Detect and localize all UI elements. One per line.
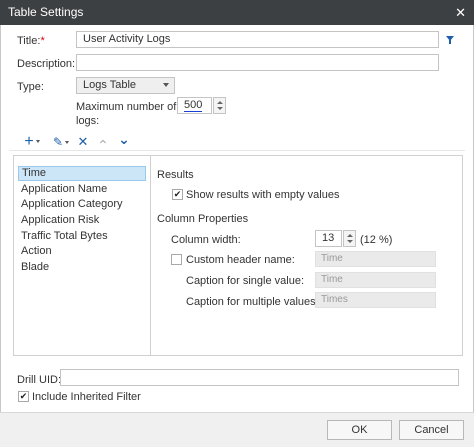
max-logs-stepper[interactable]	[213, 97, 226, 114]
max-logs-label-line2: logs:	[76, 115, 100, 127]
type-select-value: Logs Table	[83, 79, 137, 91]
list-item[interactable]: Application Name	[18, 182, 146, 197]
show-empty-label: Show results with empty values	[186, 189, 340, 201]
drill-uid-input[interactable]	[60, 369, 459, 386]
chevron-down-icon	[65, 141, 70, 145]
ok-button[interactable]: OK	[327, 420, 392, 440]
dialog-titlebar: Table Settings ✕	[0, 0, 474, 25]
include-filter-checkbox[interactable]: ✔	[18, 391, 29, 402]
dialog-body: Title:* User Activity Logs Description: …	[0, 25, 474, 412]
toolbar-divider	[9, 150, 465, 151]
column-width-input[interactable]: 13	[315, 230, 342, 247]
column-properties-heading: Column Properties	[157, 213, 249, 225]
cancel-button[interactable]: Cancel	[399, 420, 464, 440]
dialog-footer: OK Cancel	[0, 412, 474, 447]
max-logs-input[interactable]: 500	[177, 97, 212, 114]
column-width-label: Column width:	[171, 234, 241, 246]
custom-header-label: Custom header name:	[186, 254, 295, 266]
required-mark: *	[40, 35, 45, 47]
list-item[interactable]: Action	[18, 244, 146, 259]
funnel-icon-stem	[449, 40, 451, 44]
caption-single-input[interactable]: Time	[315, 272, 436, 288]
column-width-stepper[interactable]	[343, 230, 356, 247]
list-item[interactable]: Time	[18, 166, 146, 181]
show-empty-checkbox[interactable]: ✔	[172, 189, 183, 200]
drill-uid-label: Drill UID:	[17, 374, 61, 386]
spin-down-icon[interactable]	[217, 107, 223, 110]
column-width-percent: (12 %)	[360, 234, 393, 246]
type-label: Type:	[17, 81, 44, 93]
pencil-icon: ✎	[52, 135, 64, 149]
delete-icon: ✕	[77, 134, 89, 149]
list-item[interactable]: Traffic Total Bytes	[18, 229, 146, 244]
move-down-button[interactable]: ⌄	[117, 131, 131, 147]
list-item[interactable]: Application Risk	[18, 213, 146, 228]
include-filter-label: Include Inherited Filter	[32, 391, 141, 403]
results-heading: Results	[157, 169, 194, 181]
type-select[interactable]: Logs Table	[76, 77, 175, 94]
max-logs-value: 500	[184, 99, 203, 112]
close-icon[interactable]: ✕	[455, 0, 466, 25]
add-column-button[interactable]: +	[21, 134, 43, 150]
custom-header-checkbox[interactable]	[171, 254, 182, 265]
caption-single-label: Caption for single value:	[186, 275, 305, 287]
description-input[interactable]	[76, 54, 439, 71]
edit-column-button[interactable]: ✎	[50, 134, 72, 150]
chevron-down-icon: ⌄	[118, 131, 130, 147]
columns-list: Time Application Name Application Catego…	[14, 156, 151, 355]
list-item[interactable]: Blade	[18, 260, 146, 275]
description-label: Description:	[17, 58, 76, 70]
dialog-title: Table Settings	[8, 5, 84, 19]
spin-down-icon[interactable]	[347, 240, 353, 243]
title-label: Title:*	[17, 35, 45, 47]
title-input[interactable]: User Activity Logs	[76, 31, 439, 48]
delete-column-button[interactable]: ✕	[76, 134, 90, 150]
custom-header-input[interactable]: Time	[315, 251, 436, 267]
max-logs-label-line1: Maximum number of	[76, 101, 177, 113]
columns-panel: Time Application Name Application Catego…	[13, 155, 463, 356]
caption-multiple-label: Caption for multiple values:	[186, 296, 319, 308]
chevron-down-icon	[163, 83, 169, 87]
chevron-down-icon	[35, 140, 40, 144]
spin-up-icon[interactable]	[347, 234, 353, 237]
caption-multiple-input[interactable]: Times	[315, 292, 436, 308]
spin-up-icon[interactable]	[217, 101, 223, 104]
list-item[interactable]: Application Category	[18, 197, 146, 212]
plus-icon: +	[24, 133, 34, 150]
